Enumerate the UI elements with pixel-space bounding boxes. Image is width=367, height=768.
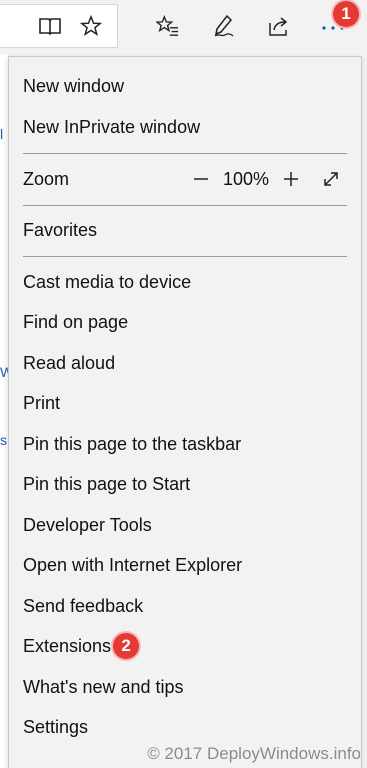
more-actions-menu: New window New InPrivate window Zoom 100… [8,56,362,768]
menu-new-window[interactable]: New window [23,66,347,106]
favorite-star-icon[interactable] [73,8,109,44]
menu-developer-tools[interactable]: Developer Tools [23,505,347,545]
menu-print[interactable]: Print [23,383,347,423]
menu-pin-start[interactable]: Pin this page to Start [23,464,347,504]
menu-read-aloud[interactable]: Read aloud [23,343,347,383]
menu-divider [23,256,347,257]
extensions-label: Extensions [23,635,112,656]
menu-new-inprivate-window[interactable]: New InPrivate window [23,107,347,147]
fullscreen-button[interactable] [315,163,347,195]
menu-settings[interactable]: Settings [23,707,347,747]
page-link-fragment: s [0,432,7,448]
background-page-edge: l W s [0,54,8,768]
menu-send-feedback[interactable]: Send feedback [23,586,347,626]
page-link-fragment: W [0,364,8,380]
menu-cast-media[interactable]: Cast media to device [23,262,347,302]
menu-favorites[interactable]: Favorites [23,210,347,250]
watermark: © 2017 DeployWindows.info [147,744,361,763]
menu-find-on-page[interactable]: Find on page [23,302,347,342]
pen-notes-icon[interactable] [206,8,242,44]
menu-extensions[interactable]: Extensions 2 [23,626,347,666]
page-link-fragment: l [0,126,4,142]
menu-pin-taskbar[interactable]: Pin this page to the taskbar [23,424,347,464]
zoom-controls: 100% [185,159,347,199]
share-icon[interactable] [261,8,297,44]
menu-divider [23,153,347,154]
menu-zoom-row: Zoom 100% [23,159,347,199]
browser-toolbar: 1 [0,0,367,54]
zoom-in-button[interactable] [275,163,307,195]
reading-view-icon[interactable] [32,8,68,44]
favorites-hub-icon[interactable] [150,8,186,44]
zoom-value: 100% [222,168,270,189]
menu-divider [23,205,347,206]
zoom-out-button[interactable] [185,163,217,195]
step-badge-2: 2 [113,633,140,659]
step-badge-1: 1 [333,1,359,27]
zoom-label: Zoom [23,168,70,189]
menu-whats-new[interactable]: What's new and tips [23,667,347,707]
menu-open-with-ie[interactable]: Open with Internet Explorer [23,545,347,585]
